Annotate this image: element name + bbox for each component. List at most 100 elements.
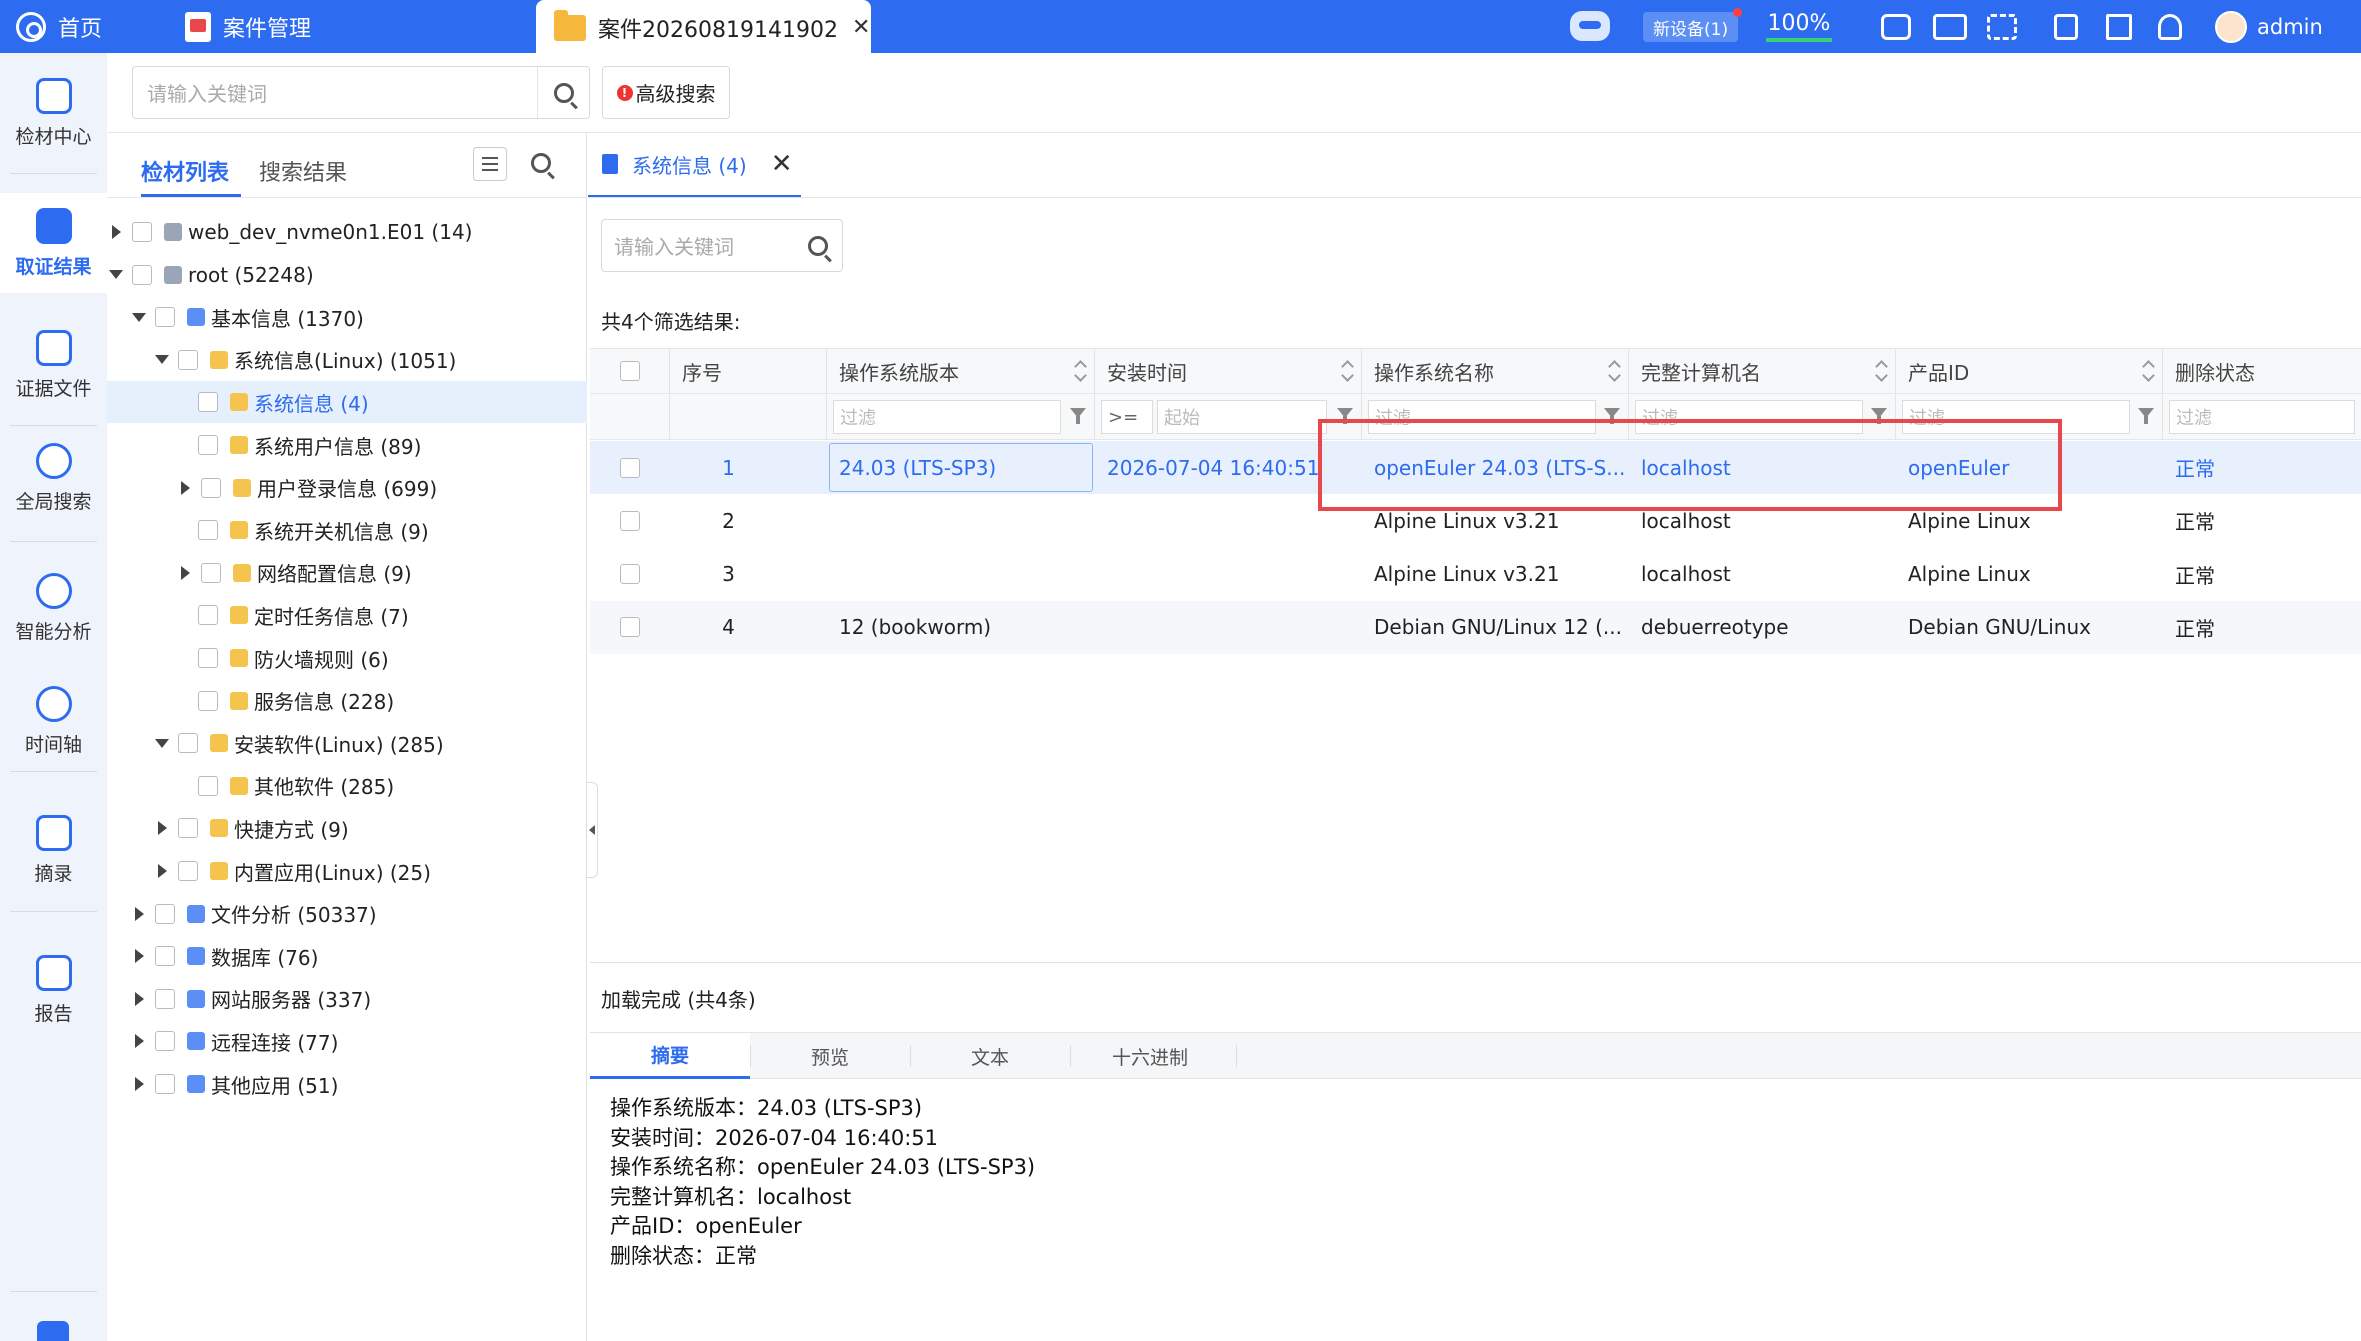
cell-status[interactable]: 正常 — [2163, 548, 2361, 601]
tree-node-checkbox[interactable] — [201, 477, 221, 498]
caret-right-icon[interactable] — [135, 949, 144, 964]
table-keyword-search[interactable]: 请输入关键词 — [601, 219, 843, 272]
caret-right-icon[interactable] — [112, 225, 121, 239]
tab-text[interactable]: 文本 — [910, 1033, 1070, 1079]
cell-no[interactable]: 4 — [670, 601, 827, 654]
tab-search-results[interactable]: 搜索结果 — [259, 155, 347, 187]
tree-node[interactable]: 系统用户信息 (89) — [107, 424, 587, 466]
tree-node[interactable]: 网站服务器 (337) — [107, 978, 587, 1020]
date-operator-select[interactable]: >= — [1101, 400, 1153, 434]
tree-node[interactable]: 定时任务信息 (7) — [107, 594, 587, 636]
cell-status[interactable]: 正常 — [2163, 441, 2361, 494]
filter-icon[interactable] — [1337, 408, 1353, 424]
nav-global-search[interactable]: 全局搜索 — [0, 428, 107, 528]
global-keyword-search[interactable]: 请输入关键词 — [132, 66, 590, 119]
sort-icon[interactable] — [1610, 362, 1618, 380]
tree-search-icon[interactable] — [531, 153, 551, 173]
tree-node-checkbox[interactable] — [155, 946, 175, 967]
nav-timeline[interactable]: 时间轴 — [0, 671, 107, 771]
caret-down-icon[interactable] — [155, 738, 169, 748]
close-icon[interactable]: ✕ — [852, 15, 870, 40]
close-icon[interactable]: ✕ — [771, 149, 793, 179]
cell-install-time[interactable] — [1095, 548, 1362, 601]
tree-node-checkbox[interactable] — [155, 1074, 175, 1094]
tree-node-checkbox[interactable] — [198, 775, 218, 796]
tree-node[interactable]: 安装软件(Linux) (285) — [107, 722, 587, 764]
tree-node[interactable]: 系统开关机信息 (9) — [107, 509, 587, 551]
tree-node-checkbox[interactable] — [198, 520, 218, 541]
tree-node-checkbox[interactable] — [155, 988, 175, 1009]
row-select-cell[interactable] — [590, 601, 670, 654]
tree-node[interactable]: 文件分析 (50337) — [107, 893, 587, 935]
camera-icon[interactable] — [1881, 0, 1911, 53]
tree-node[interactable]: 用户登录信息 (699) — [107, 467, 587, 509]
table-search-input[interactable]: 请输入关键词 — [602, 231, 808, 260]
row-checkbox[interactable] — [620, 510, 640, 531]
table-row[interactable]: 3 Alpine Linux v3.21 localhost Alpine Linux… — [590, 548, 2361, 601]
col-header-computer-name[interactable]: 完整计算机名 — [1629, 349, 1896, 393]
caret-right-icon[interactable] — [181, 480, 190, 495]
cell-computer[interactable]: debuerreotype — [1629, 601, 1896, 654]
caret-right-icon[interactable] — [135, 991, 144, 1006]
tree-node-checkbox[interactable] — [198, 648, 218, 668]
tab-summary[interactable]: 摘要 — [590, 1033, 750, 1079]
row-select-cell[interactable] — [590, 494, 670, 547]
tree-node[interactable]: 快捷方式 (9) — [107, 807, 587, 849]
cube-icon[interactable] — [37, 1321, 69, 1341]
advanced-search-button[interactable]: ! 高级搜索 — [602, 66, 730, 119]
cell-version[interactable]: 12 (bookworm) — [827, 601, 1095, 654]
cell-computer[interactable]: localhost — [1629, 548, 1896, 601]
tree-node[interactable]: 远程连接 (77) — [107, 1020, 587, 1062]
headset-icon[interactable] — [2158, 0, 2182, 53]
tree-node-checkbox[interactable] — [178, 349, 198, 370]
caret-right-icon[interactable] — [181, 565, 190, 580]
row-checkbox[interactable] — [620, 564, 640, 585]
caret-right-icon[interactable] — [158, 864, 167, 878]
date-start-input[interactable]: 起始 — [1157, 400, 1327, 434]
filter-icon[interactable] — [1871, 408, 1887, 424]
caret-right-icon[interactable] — [135, 906, 144, 921]
tree-node[interactable]: root (52248) — [107, 254, 587, 296]
cell-version[interactable]: 24.03 (LTS-SP3) — [827, 441, 1095, 494]
filter-input[interactable]: 过滤 — [2169, 400, 2355, 434]
caret-down-icon[interactable] — [109, 270, 123, 280]
tree-node[interactable]: 基本信息 (1370) — [107, 296, 587, 338]
filter-icon[interactable] — [1604, 408, 1620, 424]
tree-node[interactable]: 内置应用(Linux) (25) — [107, 850, 587, 892]
nav-evidence-center[interactable]: 检材中心 — [0, 63, 107, 163]
col-header-os-name[interactable]: 操作系统名称 — [1362, 349, 1629, 393]
tree-node[interactable]: 数据库 (76) — [107, 935, 587, 977]
new-device-badge[interactable]: 新设备(1) — [1643, 8, 1743, 42]
cell-version[interactable] — [827, 494, 1095, 547]
tree-node-checkbox[interactable] — [198, 690, 218, 711]
tree-node[interactable]: web_dev_nvme0n1.E01 (14) — [107, 211, 587, 253]
nav-smart-analysis[interactable]: 智能分析 — [0, 558, 107, 658]
row-select-cell[interactable] — [590, 441, 670, 494]
cell-os-name[interactable]: Debian GNU/Linux 12 (... — [1362, 601, 1629, 654]
tree-node-checkbox[interactable] — [201, 562, 221, 583]
col-header-install-time[interactable]: 安装时间 — [1095, 349, 1362, 393]
sort-icon[interactable] — [1076, 362, 1084, 380]
cell-no[interactable]: 1 — [670, 441, 827, 494]
tab-home[interactable]: 首页 — [16, 0, 102, 53]
tab-system-info[interactable]: 系统信息 (4) ✕ — [588, 133, 801, 198]
tree-node[interactable]: 系统信息(Linux) (1051) — [107, 339, 587, 381]
tree-node-checkbox[interactable] — [132, 264, 152, 285]
filter-icon[interactable] — [2138, 408, 2154, 424]
window-icon[interactable] — [2054, 0, 2078, 53]
tree-node[interactable]: 系统信息 (4) — [107, 381, 587, 424]
tree-node-checkbox[interactable] — [155, 903, 175, 924]
tab-evidence-list[interactable]: 检材列表 — [141, 155, 229, 187]
tree-node[interactable]: 网络配置信息 (9) — [107, 552, 587, 594]
zoom-indicator[interactable]: 100% — [1766, 0, 1832, 53]
search-button[interactable] — [537, 67, 589, 118]
tree-node-checkbox[interactable] — [178, 733, 198, 754]
cell-status[interactable]: 正常 — [2163, 601, 2361, 654]
crop-icon[interactable] — [1987, 0, 2017, 53]
sort-icon[interactable] — [1877, 362, 1885, 380]
caret-right-icon[interactable] — [158, 821, 167, 836]
tree-node-checkbox[interactable] — [178, 818, 198, 839]
cell-os-name[interactable]: Alpine Linux v3.21 — [1362, 548, 1629, 601]
cell-status[interactable]: 正常 — [2163, 494, 2361, 547]
tree-node-checkbox[interactable] — [198, 605, 218, 626]
